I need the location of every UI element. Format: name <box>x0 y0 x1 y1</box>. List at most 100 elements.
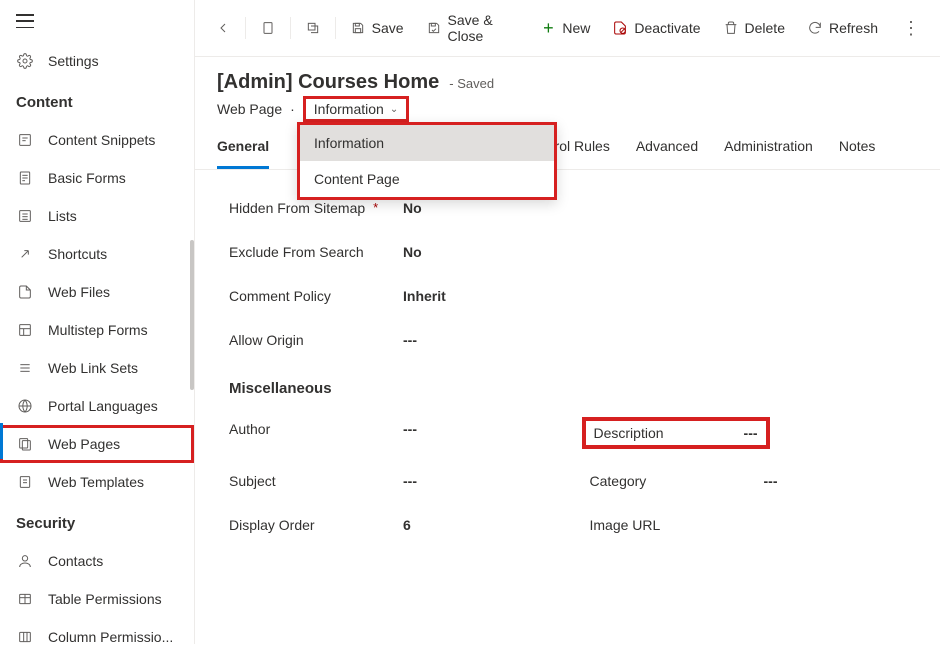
save-label: Save <box>372 20 404 36</box>
field-exclude-from-search: Exclude From Search No <box>217 230 918 274</box>
tab-general[interactable]: General <box>217 138 269 169</box>
sidebar-item-label: Web Link Sets <box>48 360 138 376</box>
globe-icon <box>16 397 34 415</box>
sidebar-item-shortcuts[interactable]: Shortcuts <box>0 235 194 273</box>
form-selector-dropdown[interactable]: Information ⌄ <box>303 96 409 122</box>
sidebar-item-contacts[interactable]: Contacts <box>0 542 194 580</box>
refresh-button[interactable]: Refresh <box>797 14 888 42</box>
delete-button[interactable]: Delete <box>713 14 795 42</box>
field-description: Description --- <box>578 407 919 459</box>
field-label: Allow Origin <box>229 332 304 348</box>
column-permission-icon <box>16 628 34 646</box>
sidebar-item-content-snippets[interactable]: Content Snippets <box>0 121 194 159</box>
person-icon <box>16 552 34 570</box>
field-author: Author --- <box>217 407 558 459</box>
sidebar-scrollbar[interactable] <box>190 240 194 390</box>
command-toolbar: Save Save & Close + New Deactivate Delet… <box>195 0 940 57</box>
sidebar: Settings Content Content Snippets Basic … <box>0 0 195 644</box>
field-comment-policy: Comment Policy Inherit <box>217 274 918 318</box>
hamburger-button[interactable] <box>0 0 194 42</box>
sidebar-item-column-permissions[interactable]: Column Permissio... <box>0 618 194 656</box>
back-button[interactable] <box>205 14 241 42</box>
gear-icon <box>16 52 34 70</box>
new-label: New <box>562 20 590 36</box>
sidebar-item-label: Settings <box>48 53 99 69</box>
field-label: Comment Policy <box>229 288 331 304</box>
save-close-button[interactable]: Save & Close <box>416 6 529 50</box>
main-area: Save Save & Close + New Deactivate Delet… <box>195 0 940 644</box>
file-icon <box>16 283 34 301</box>
page-status: - Saved <box>449 76 494 91</box>
refresh-icon <box>807 20 823 36</box>
field-label: Category <box>590 473 647 489</box>
field-value[interactable]: No <box>403 244 422 260</box>
page-header: [Admin] Courses Home - Saved Web Page · … <box>195 57 940 122</box>
breadcrumb-separator: · <box>290 101 295 117</box>
save-close-icon <box>426 20 442 36</box>
sidebar-item-label: Content Snippets <box>48 132 155 148</box>
deactivate-button[interactable]: Deactivate <box>602 14 710 42</box>
sidebar-item-portal-languages[interactable]: Portal Languages <box>0 387 194 425</box>
sidebar-item-web-link-sets[interactable]: Web Link Sets <box>0 349 194 387</box>
sidebar-item-label: Web Files <box>48 284 110 300</box>
field-label: Author <box>229 421 270 437</box>
refresh-label: Refresh <box>829 20 878 36</box>
field-value[interactable]: --- <box>403 421 417 437</box>
field-category: Category --- <box>578 459 919 503</box>
delete-label: Delete <box>745 20 785 36</box>
trash-icon <box>723 20 739 36</box>
sidebar-item-web-templates[interactable]: Web Templates <box>0 463 194 501</box>
hamburger-icon <box>16 14 34 28</box>
back-arrow-icon <box>215 20 231 36</box>
form-icon <box>16 169 34 187</box>
sidebar-item-settings[interactable]: Settings <box>0 42 194 80</box>
table-permission-icon <box>16 590 34 608</box>
sidebar-item-label: Multistep Forms <box>48 322 148 338</box>
sidebar-item-label: Basic Forms <box>48 170 126 186</box>
tab-notes[interactable]: Notes <box>839 138 876 169</box>
tab-administration[interactable]: Administration <box>724 138 813 169</box>
field-image-url: Image URL <box>578 503 919 547</box>
document-icon <box>260 20 276 36</box>
dropdown-option-content-page[interactable]: Content Page <box>300 161 554 197</box>
kebab-icon: ⋮ <box>902 18 920 39</box>
template-icon <box>16 473 34 491</box>
field-subject: Subject --- <box>217 459 558 503</box>
shortcut-icon <box>16 245 34 263</box>
field-value[interactable]: 6 <box>403 517 411 533</box>
plus-icon: + <box>540 20 556 36</box>
dropdown-option-information[interactable]: Information <box>300 125 554 161</box>
field-value[interactable]: Inherit <box>403 288 446 304</box>
sidebar-section-security: Security <box>0 501 194 542</box>
sidebar-item-lists[interactable]: Lists <box>0 197 194 235</box>
form-selector-menu: Information Content Page <box>297 122 557 200</box>
sidebar-item-web-pages[interactable]: Web Pages <box>0 425 194 463</box>
sidebar-item-label: Lists <box>48 208 77 224</box>
tab-advanced[interactable]: Advanced <box>636 138 698 169</box>
sidebar-item-label: Column Permissio... <box>48 629 173 645</box>
multistep-icon <box>16 321 34 339</box>
open-record-button[interactable] <box>250 14 286 42</box>
sidebar-item-table-permissions[interactable]: Table Permissions <box>0 580 194 618</box>
sidebar-item-multistep-forms[interactable]: Multistep Forms <box>0 311 194 349</box>
new-button[interactable]: + New <box>530 14 600 42</box>
snippets-icon <box>16 131 34 149</box>
sidebar-item-basic-forms[interactable]: Basic Forms <box>0 159 194 197</box>
breadcrumb: Web Page · Information ⌄ Information Con… <box>217 96 918 122</box>
sidebar-item-web-files[interactable]: Web Files <box>0 273 194 311</box>
sidebar-item-label: Shortcuts <box>48 246 107 262</box>
section-miscellaneous: Miscellaneous <box>217 362 918 407</box>
overflow-button[interactable]: ⋮ <box>892 12 930 45</box>
save-close-label: Save & Close <box>448 12 519 44</box>
list-icon <box>16 207 34 225</box>
sidebar-item-label: Table Permissions <box>48 591 162 607</box>
field-value[interactable]: --- <box>744 425 758 441</box>
field-value[interactable]: --- <box>403 473 417 489</box>
deactivate-label: Deactivate <box>634 20 700 36</box>
popout-button[interactable] <box>295 14 331 42</box>
save-button[interactable]: Save <box>340 14 414 42</box>
chevron-down-icon: ⌄ <box>390 104 398 115</box>
field-value[interactable]: --- <box>764 473 778 489</box>
field-value[interactable]: --- <box>403 332 417 348</box>
field-value[interactable]: No <box>403 200 422 216</box>
